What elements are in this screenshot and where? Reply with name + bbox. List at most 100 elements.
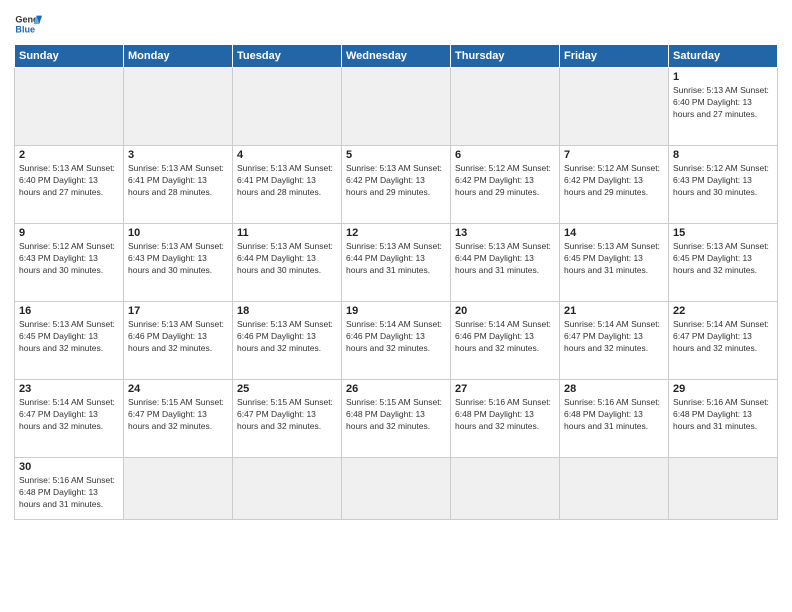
calendar-row: 23 Sunrise: 5:14 AM Sunset: 6:47 PM Dayli… xyxy=(15,380,778,458)
day-number: 2 xyxy=(19,149,119,161)
day-info: Sunrise: 5:14 AM Sunset: 6:47 PM Dayligh… xyxy=(19,397,119,433)
day-info: Sunrise: 5:13 AM Sunset: 6:44 PM Dayligh… xyxy=(455,241,555,277)
day-info: Sunrise: 5:13 AM Sunset: 6:44 PM Dayligh… xyxy=(346,241,446,277)
day-number: 7 xyxy=(564,149,664,161)
calendar-cell: 15 Sunrise: 5:13 AM Sunset: 6:45 PM Dayli… xyxy=(669,224,778,302)
calendar-cell: 30 Sunrise: 5:16 AM Sunset: 6:48 PM Dayli… xyxy=(15,458,124,520)
calendar-cell: 6 Sunrise: 5:12 AM Sunset: 6:42 PM Daylig… xyxy=(451,146,560,224)
day-number: 13 xyxy=(455,227,555,239)
calendar-cell xyxy=(451,458,560,520)
calendar-cell: 19Sunrise: 5:14 AM Sunset: 6:46 PM Dayli… xyxy=(342,302,451,380)
day-number: 25 xyxy=(237,383,337,395)
calendar-cell: 4 Sunrise: 5:13 AM Sunset: 6:41 PM Daylig… xyxy=(233,146,342,224)
calendar-cell xyxy=(124,68,233,146)
day-info: Sunrise: 5:13 AM Sunset: 6:40 PM Dayligh… xyxy=(673,85,773,121)
calendar-cell: 28 Sunrise: 5:16 AM Sunset: 6:48 PM Dayli… xyxy=(560,380,669,458)
calendar-cell: 24Sunrise: 5:15 AM Sunset: 6:47 PM Dayli… xyxy=(124,380,233,458)
day-info: Sunrise: 5:16 AM Sunset: 6:48 PM Dayligh… xyxy=(455,397,555,433)
day-info: Sunrise: 5:13 AM Sunset: 6:42 PM Dayligh… xyxy=(346,163,446,199)
day-number: 30 xyxy=(19,461,119,473)
calendar-cell xyxy=(560,68,669,146)
day-info: Sunrise: 5:13 AM Sunset: 6:46 PM Dayligh… xyxy=(237,319,337,355)
day-number: 15 xyxy=(673,227,773,239)
day-number: 5 xyxy=(346,149,446,161)
day-number: 4 xyxy=(237,149,337,161)
day-number: 1 xyxy=(673,71,773,83)
day-number: 17 xyxy=(128,305,228,317)
header-saturday: Saturday xyxy=(669,45,778,68)
calendar-cell: 21 Sunrise: 5:14 AM Sunset: 6:47 PM Dayli… xyxy=(560,302,669,380)
day-info: Sunrise: 5:16 AM Sunset: 6:48 PM Dayligh… xyxy=(673,397,773,433)
day-number: 14 xyxy=(564,227,664,239)
day-info: Sunrise: 5:13 AM Sunset: 6:41 PM Dayligh… xyxy=(128,163,228,199)
day-info: Sunrise: 5:12 AM Sunset: 6:43 PM Dayligh… xyxy=(19,241,119,277)
day-info: Sunrise: 5:13 AM Sunset: 6:40 PM Dayligh… xyxy=(19,163,119,199)
day-number: 29 xyxy=(673,383,773,395)
calendar-cell: 8Sunrise: 5:12 AM Sunset: 6:43 PM Daylig… xyxy=(669,146,778,224)
calendar-cell: 18 Sunrise: 5:13 AM Sunset: 6:46 PM Dayli… xyxy=(233,302,342,380)
calendar-cell: 20Sunrise: 5:14 AM Sunset: 6:46 PM Dayli… xyxy=(451,302,560,380)
calendar-cell: 27Sunrise: 5:16 AM Sunset: 6:48 PM Dayli… xyxy=(451,380,560,458)
day-number: 11 xyxy=(237,227,337,239)
calendar-cell: 7 Sunrise: 5:12 AM Sunset: 6:42 PM Daylig… xyxy=(560,146,669,224)
weekday-header-row: Sunday Monday Tuesday Wednesday Thursday… xyxy=(15,45,778,68)
calendar-cell: 10 Sunrise: 5:13 AM Sunset: 6:43 PM Dayli… xyxy=(124,224,233,302)
header-monday: Monday xyxy=(124,45,233,68)
day-number: 22 xyxy=(673,305,773,317)
day-info: Sunrise: 5:13 AM Sunset: 6:43 PM Dayligh… xyxy=(128,241,228,277)
day-info: Sunrise: 5:14 AM Sunset: 6:47 PM Dayligh… xyxy=(564,319,664,355)
day-info: Sunrise: 5:15 AM Sunset: 6:48 PM Dayligh… xyxy=(346,397,446,433)
day-info: Sunrise: 5:13 AM Sunset: 6:46 PM Dayligh… xyxy=(128,319,228,355)
day-number: 19 xyxy=(346,305,446,317)
header-sunday: Sunday xyxy=(15,45,124,68)
calendar-cell xyxy=(124,458,233,520)
day-info: Sunrise: 5:12 AM Sunset: 6:42 PM Dayligh… xyxy=(564,163,664,199)
day-info: Sunrise: 5:13 AM Sunset: 6:45 PM Dayligh… xyxy=(564,241,664,277)
header-tuesday: Tuesday xyxy=(233,45,342,68)
calendar-cell: 26 Sunrise: 5:15 AM Sunset: 6:48 PM Dayli… xyxy=(342,380,451,458)
calendar-row: 30 Sunrise: 5:16 AM Sunset: 6:48 PM Dayli… xyxy=(15,458,778,520)
generalblue-logo-icon: General Blue xyxy=(14,10,42,38)
calendar-cell: 14 Sunrise: 5:13 AM Sunset: 6:45 PM Dayli… xyxy=(560,224,669,302)
logo: General Blue xyxy=(14,10,42,38)
day-number: 6 xyxy=(455,149,555,161)
header-friday: Friday xyxy=(560,45,669,68)
calendar-cell: 16Sunrise: 5:13 AM Sunset: 6:45 PM Dayli… xyxy=(15,302,124,380)
calendar-cell: 13 Sunrise: 5:13 AM Sunset: 6:44 PM Dayli… xyxy=(451,224,560,302)
calendar-table: Sunday Monday Tuesday Wednesday Thursday… xyxy=(14,44,778,520)
calendar-cell: 5 Sunrise: 5:13 AM Sunset: 6:42 PM Daylig… xyxy=(342,146,451,224)
day-number: 18 xyxy=(237,305,337,317)
day-number: 21 xyxy=(564,305,664,317)
day-number: 9 xyxy=(19,227,119,239)
day-number: 26 xyxy=(346,383,446,395)
calendar-row: 16Sunrise: 5:13 AM Sunset: 6:45 PM Dayli… xyxy=(15,302,778,380)
day-info: Sunrise: 5:13 AM Sunset: 6:45 PM Dayligh… xyxy=(673,241,773,277)
day-number: 23 xyxy=(19,383,119,395)
calendar-row: 2 Sunrise: 5:13 AM Sunset: 6:40 PM Daylig… xyxy=(15,146,778,224)
day-info: Sunrise: 5:12 AM Sunset: 6:42 PM Dayligh… xyxy=(455,163,555,199)
calendar-cell: 22 Sunrise: 5:14 AM Sunset: 6:47 PM Dayli… xyxy=(669,302,778,380)
calendar-cell: 25 Sunrise: 5:15 AM Sunset: 6:47 PM Dayli… xyxy=(233,380,342,458)
calendar-cell xyxy=(342,458,451,520)
calendar-cell: 29 Sunrise: 5:16 AM Sunset: 6:48 PM Dayli… xyxy=(669,380,778,458)
day-info: Sunrise: 5:13 AM Sunset: 6:41 PM Dayligh… xyxy=(237,163,337,199)
day-number: 28 xyxy=(564,383,664,395)
day-info: Sunrise: 5:14 AM Sunset: 6:47 PM Dayligh… xyxy=(673,319,773,355)
day-info: Sunrise: 5:15 AM Sunset: 6:47 PM Dayligh… xyxy=(237,397,337,433)
day-number: 12 xyxy=(346,227,446,239)
day-info: Sunrise: 5:13 AM Sunset: 6:44 PM Dayligh… xyxy=(237,241,337,277)
calendar-cell xyxy=(233,458,342,520)
day-number: 3 xyxy=(128,149,228,161)
day-number: 10 xyxy=(128,227,228,239)
page: General Blue Sunday Monday Tuesday Wedne… xyxy=(0,0,792,612)
calendar-cell: 3 Sunrise: 5:13 AM Sunset: 6:41 PM Daylig… xyxy=(124,146,233,224)
day-info: Sunrise: 5:16 AM Sunset: 6:48 PM Dayligh… xyxy=(564,397,664,433)
day-number: 8 xyxy=(673,149,773,161)
calendar-cell xyxy=(233,68,342,146)
day-info: Sunrise: 5:16 AM Sunset: 6:48 PM Dayligh… xyxy=(19,475,119,511)
calendar-cell: 17 Sunrise: 5:13 AM Sunset: 6:46 PM Dayli… xyxy=(124,302,233,380)
calendar-cell xyxy=(669,458,778,520)
calendar-cell xyxy=(560,458,669,520)
header-thursday: Thursday xyxy=(451,45,560,68)
calendar-row: 9 Sunrise: 5:12 AM Sunset: 6:43 PM Daylig… xyxy=(15,224,778,302)
